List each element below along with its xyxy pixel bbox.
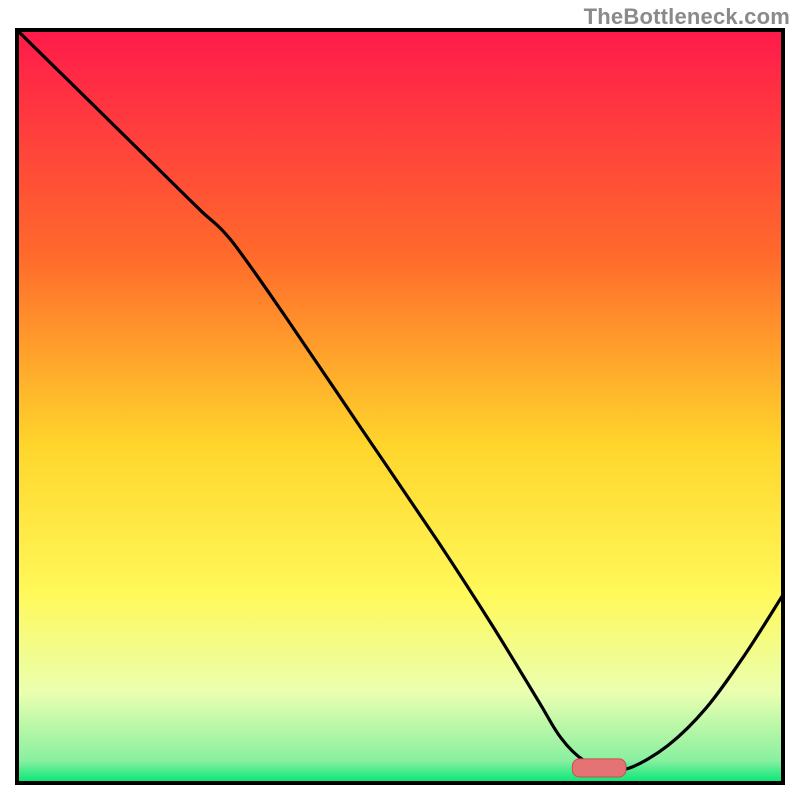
chart-svg: [15, 28, 785, 785]
watermark-text: TheBottleneck.com: [584, 4, 790, 30]
chart-stage: TheBottleneck.com: [0, 0, 800, 800]
optimal-marker: [572, 759, 626, 777]
plot-frame: [15, 28, 785, 785]
